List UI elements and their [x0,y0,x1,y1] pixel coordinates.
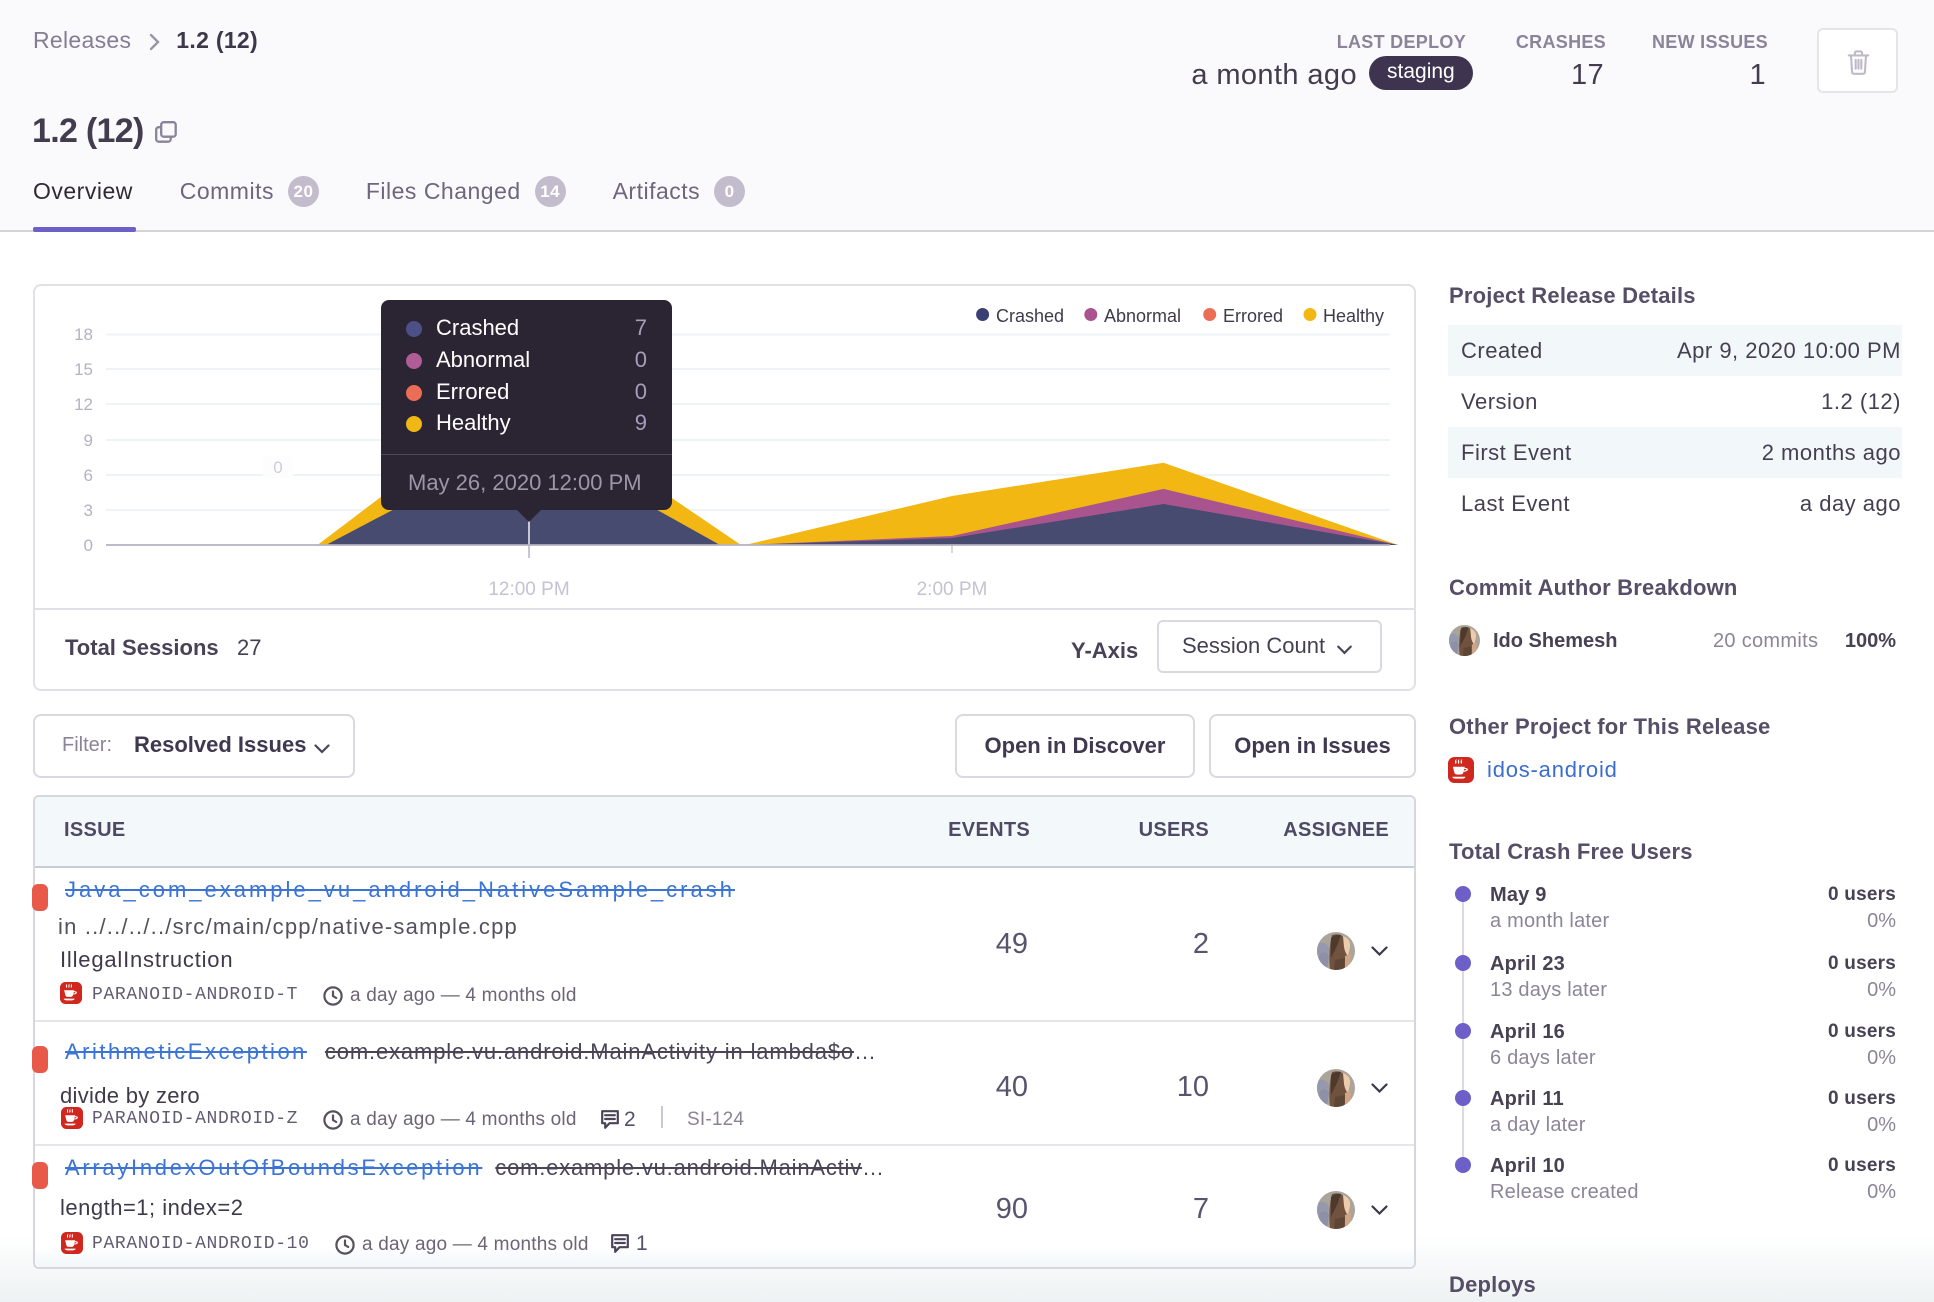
svg-text:Abnormal: Abnormal [1104,306,1181,326]
svg-text:6: 6 [84,466,93,485]
svg-text:18: 18 [74,325,93,344]
svg-text:12: 12 [74,395,93,414]
svg-text:2:00 PM: 2:00 PM [917,579,988,600]
svg-text:Healthy: Healthy [1323,306,1384,326]
svg-text:0: 0 [84,536,93,555]
svg-text:0: 0 [273,458,282,477]
svg-text:12:00 PM: 12:00 PM [488,579,569,600]
svg-text:3: 3 [84,501,93,520]
svg-text:Errored: Errored [1223,306,1283,326]
svg-text:9: 9 [84,431,93,450]
svg-text:15: 15 [74,360,93,379]
svg-text:Crashed: Crashed [996,306,1064,326]
